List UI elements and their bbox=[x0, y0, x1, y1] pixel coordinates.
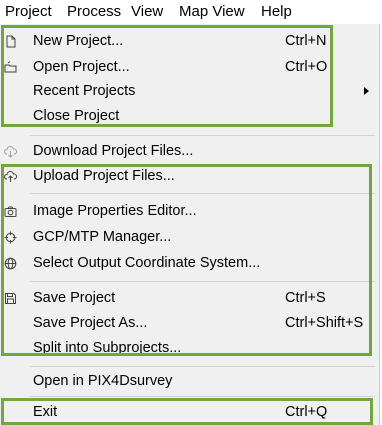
menu-item-label: Save Project bbox=[33, 290, 116, 306]
menu-item-label: Exit bbox=[33, 404, 58, 420]
menu-process[interactable]: Process bbox=[67, 3, 121, 21]
menu-item-label: Download Project Files... bbox=[33, 143, 194, 159]
cloud-download-icon bbox=[4, 145, 17, 158]
menu-separator bbox=[30, 366, 375, 367]
menu-help[interactable]: Help bbox=[261, 3, 292, 21]
menu-item-label: Select Output Coordinate System... bbox=[33, 255, 261, 271]
open-folder-icon bbox=[4, 61, 17, 74]
menu-item-save-project[interactable]: Save Project Ctrl+S bbox=[0, 286, 379, 310]
menu-item-label: Upload Project Files... bbox=[33, 168, 175, 184]
menu-separator bbox=[30, 396, 375, 397]
menu-separator bbox=[30, 193, 375, 194]
menu-item-split-into-subprojects[interactable]: Split into Subprojects... bbox=[0, 336, 379, 360]
save-icon bbox=[4, 292, 17, 305]
menu-item-label: Split into Subprojects... bbox=[33, 340, 182, 356]
crosshair-icon bbox=[4, 231, 17, 244]
menu-item-label: Save Project As... bbox=[33, 315, 148, 331]
shortcut-label: Ctrl+N bbox=[285, 33, 327, 49]
menu-item-save-project-as[interactable]: Save Project As... Ctrl+Shift+S bbox=[0, 311, 379, 335]
menu-item-new-project[interactable]: New Project... Ctrl+N bbox=[0, 29, 379, 53]
submenu-arrow-icon bbox=[364, 87, 369, 95]
menu-item-gcp-mtp-manager[interactable]: GCP/MTP Manager... bbox=[0, 225, 379, 249]
menu-item-select-output-coordinate-system[interactable]: Select Output Coordinate System... bbox=[0, 251, 379, 275]
menu-item-close-project[interactable]: Close Project bbox=[0, 104, 379, 128]
application-window: Project Process View Map View Help New P… bbox=[0, 0, 382, 425]
project-dropdown-menu: New Project... Ctrl+N Open Project... Ct… bbox=[0, 24, 380, 425]
new-file-icon bbox=[4, 35, 17, 48]
shortcut-label: Ctrl+S bbox=[285, 290, 326, 306]
menu-project[interactable]: Project bbox=[5, 3, 52, 21]
menu-item-label: Open Project... bbox=[33, 59, 130, 75]
globe-icon bbox=[4, 257, 17, 270]
menu-item-open-in-pix4dsurvey: Open in PIX4Dsurvey bbox=[0, 369, 379, 393]
menu-item-open-project[interactable]: Open Project... Ctrl+O bbox=[0, 55, 379, 79]
menu-view[interactable]: View bbox=[131, 3, 163, 21]
menu-item-label: GCP/MTP Manager... bbox=[33, 229, 172, 245]
menu-item-upload-project-files[interactable]: Upload Project Files... bbox=[0, 164, 379, 188]
cloud-upload-icon bbox=[4, 170, 17, 183]
menu-item-recent-projects[interactable]: Recent Projects bbox=[0, 79, 379, 103]
shortcut-label: Ctrl+Q bbox=[285, 404, 328, 420]
camera-icon bbox=[4, 205, 17, 218]
shortcut-label: Ctrl+O bbox=[285, 59, 328, 75]
menu-item-label: Image Properties Editor... bbox=[33, 203, 197, 219]
menu-item-image-properties-editor[interactable]: Image Properties Editor... bbox=[0, 199, 379, 223]
menu-item-download-project-files: Download Project Files... bbox=[0, 139, 379, 163]
menu-separator bbox=[30, 281, 375, 282]
menu-item-exit[interactable]: Exit Ctrl+Q bbox=[0, 400, 379, 424]
menu-bar: Project Process View Map View Help bbox=[0, 0, 382, 24]
menu-map-view[interactable]: Map View bbox=[179, 3, 245, 21]
menu-item-label: Close Project bbox=[33, 108, 120, 124]
menu-item-label: Open in PIX4Dsurvey bbox=[33, 373, 173, 389]
menu-item-label: Recent Projects bbox=[33, 83, 136, 99]
shortcut-label: Ctrl+Shift+S bbox=[285, 315, 364, 331]
menu-separator bbox=[30, 135, 375, 136]
menu-item-label: New Project... bbox=[33, 33, 124, 49]
